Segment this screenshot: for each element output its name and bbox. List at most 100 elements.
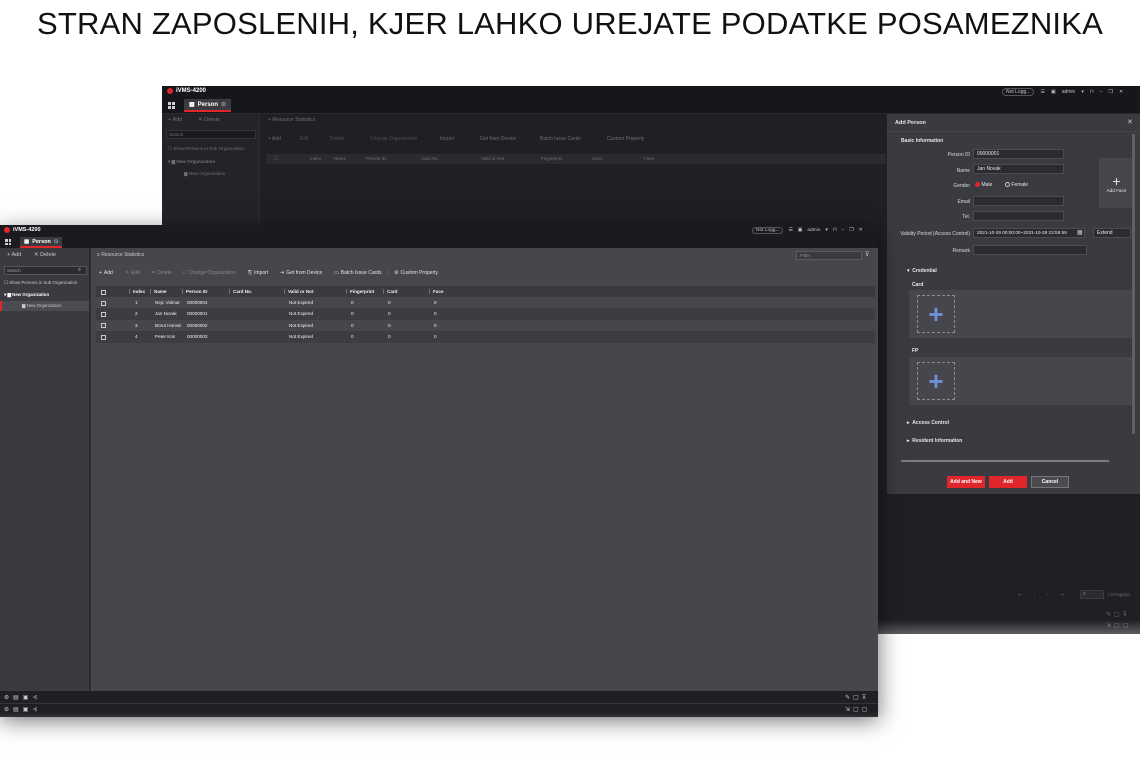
col-card-no[interactable]: Card No. — [233, 286, 252, 297]
col-face[interactable]: Face — [433, 286, 443, 297]
org-tree-root[interactable]: ▾ ▆ New Organization — [4, 292, 49, 298]
restore-icon[interactable]: ❐ — [849, 228, 853, 233]
chevron-down-icon[interactable]: ▾ — [825, 228, 827, 233]
table-row[interactable]: 1 Nejc Vidmar 00000004 Not Expired 0 0 0 — [96, 297, 875, 309]
row-checkbox[interactable] — [101, 334, 106, 340]
remark-field[interactable] — [973, 245, 1087, 255]
col-name[interactable]: Name — [154, 286, 167, 297]
search-input[interactable]: Search ⌕ — [4, 266, 87, 275]
add-face-button[interactable]: + Add Face — [1099, 158, 1134, 208]
back-bottom-icons[interactable]: ✎▢⊼ — [1106, 611, 1130, 618]
cancel-button[interactable]: Cancel — [1031, 476, 1069, 488]
row-checkbox[interactable] — [101, 311, 106, 317]
add-button[interactable]: Add — [989, 476, 1027, 488]
row-checkbox[interactable] — [101, 323, 106, 329]
row-checkbox[interactable] — [101, 300, 106, 306]
change-organization-button[interactable]: ⚇ Change Organization — [182, 270, 236, 276]
show-sub-org-checkbox[interactable]: ☐ Show Persons in Sub Organization — [4, 280, 77, 286]
dialog-scrollbar-v[interactable] — [1132, 134, 1135, 434]
add-fingerprint-button[interactable]: + — [917, 362, 955, 400]
back-header-checkbox[interactable]: ☐ — [274, 156, 278, 162]
select-all-checkbox[interactable] — [101, 289, 106, 295]
restore-icon[interactable]: ❐ — [1109, 89, 1113, 95]
person-id-field[interactable]: 00000001 — [973, 149, 1064, 159]
tab-person[interactable]: ▦ Person ⊙ — [184, 99, 232, 112]
gender-male-radio[interactable]: Male — [975, 182, 992, 188]
table-row[interactable]: 4 Peter Kos 00000003 Not Expired 0 0 0 — [96, 331, 875, 343]
validity-field[interactable]: 2021-10-29 00:00:00~2031-10-28 23:59:59 — [973, 228, 1085, 238]
tab-close-icon[interactable]: ⊙ — [221, 101, 226, 108]
custom-property-button[interactable]: ⚙ Custom Property — [394, 270, 438, 276]
user-menu[interactable]: admin — [807, 228, 820, 233]
close-icon[interactable]: ✕ — [1127, 118, 1133, 126]
module-grid-icon[interactable] — [168, 102, 175, 109]
back-action-import[interactable]: Import — [440, 136, 454, 142]
close-icon[interactable]: ✕ — [859, 228, 863, 233]
tel-field[interactable] — [973, 211, 1064, 221]
get-from-device-button[interactable]: ⇥ Get from Device — [280, 270, 322, 276]
search-icon[interactable]: ⌕ — [78, 267, 81, 274]
filter-input[interactable]: Filter — [796, 251, 862, 260]
filter-icon[interactable]: ⊽ — [865, 251, 869, 258]
table-row[interactable]: 2 Jan Novak 00000001 Not Expired 0 0 0 — [96, 308, 875, 320]
back-action-edit[interactable]: Edit — [300, 136, 309, 142]
access-control-toggle[interactable]: ▸ Access Control — [907, 420, 949, 426]
back-action-get-from-device[interactable]: Get from Device — [480, 136, 516, 142]
back-action-add[interactable]: + Add — [268, 136, 281, 142]
tab-close-icon[interactable]: ⊙ — [54, 239, 59, 245]
list-icon[interactable]: ☰ — [788, 228, 792, 233]
image-icon[interactable]: ▣ — [798, 228, 803, 233]
image-icon[interactable]: ▣ — [1051, 89, 1056, 95]
add-button[interactable]: + Add — [99, 270, 113, 276]
list-icon[interactable]: ☰ — [1040, 89, 1044, 95]
resident-info-toggle[interactable]: ▸ Resident Information — [907, 438, 962, 444]
org-tree-child[interactable]: ▆ New Organization — [184, 171, 225, 177]
import-button[interactable]: ⎘ Import — [248, 270, 268, 276]
minimize-icon[interactable]: – — [1100, 89, 1103, 95]
lock-icon[interactable]: ⊓ — [833, 228, 837, 233]
credential-toggle[interactable]: ▾ Credential — [907, 268, 937, 274]
name-field[interactable]: Jan Novak — [973, 164, 1064, 174]
show-sub-org-checkbox[interactable]: ☐ Show Persons in Sub Organization — [168, 146, 245, 152]
lock-icon[interactable]: ⊓ — [1090, 89, 1094, 95]
add-card-button[interactable]: + — [917, 295, 955, 333]
sidebar-delete-button[interactable]: ✕ Delete — [34, 252, 56, 258]
table-row[interactable]: 3 Borut Horvat 00000002 Not Expired 0 0 … — [96, 319, 875, 332]
org-tree-root[interactable]: ▾ ▆ New Organization — [168, 159, 215, 165]
gender-female-radio[interactable]: Female — [1005, 182, 1028, 188]
back-action-delete[interactable]: Delete — [330, 136, 344, 142]
resource-statistics-link[interactable]: + Resource Statistics — [268, 117, 315, 123]
back-action-batch-issue[interactable]: Batch Issue Cards — [540, 136, 581, 142]
tab-person[interactable]: ▦ Person ⊙ — [20, 237, 63, 248]
sidebar-add-button[interactable]: + Add — [168, 117, 182, 123]
status-icons-right[interactable]: ✎▢⊼ — [845, 694, 869, 701]
back-page-input[interactable]: 0 — [1080, 590, 1104, 599]
user-menu[interactable]: admin — [1062, 89, 1076, 95]
back-pagination-arrows[interactable]: ⇤ ‹ › ⇥ — [1018, 592, 1069, 598]
col-person-id[interactable]: Person ID — [186, 286, 207, 297]
add-and-new-button[interactable]: Add and New — [947, 476, 985, 488]
calendar-icon[interactable]: ▦ — [1077, 229, 1083, 236]
col-fingerprint[interactable]: Fingerprint — [350, 286, 374, 297]
minimize-icon[interactable]: – — [842, 228, 845, 233]
chevron-down-icon[interactable]: ▾ — [1081, 89, 1084, 95]
sidebar-delete-button[interactable]: ✕ Delete — [198, 117, 220, 123]
back-action-custom-property[interactable]: Custom Property — [607, 136, 645, 142]
col-index[interactable]: Index — [133, 286, 145, 297]
login-status[interactable]: Not Logg... — [1002, 88, 1035, 96]
batch-issue-cards-button[interactable]: ▭ Batch Issue Cards — [334, 270, 382, 276]
col-card[interactable]: Card — [387, 286, 397, 297]
edit-button[interactable]: ✎ Edit — [125, 270, 140, 276]
col-valid[interactable]: Valid or Not — [288, 286, 314, 297]
close-icon[interactable]: ✕ — [1119, 89, 1123, 95]
search-input[interactable]: Search — [166, 130, 256, 139]
login-status[interactable]: Not Logg... — [752, 227, 784, 234]
back-action-change-org[interactable]: Change Organization — [370, 136, 417, 142]
module-grid-icon[interactable] — [5, 239, 11, 245]
sidebar-add-button[interactable]: + Add — [7, 252, 21, 258]
extend-select[interactable]: Extend — [1093, 228, 1131, 238]
delete-button[interactable]: ✕ Delete — [151, 270, 172, 276]
org-tree-child[interactable]: ▆ New Organization — [0, 301, 89, 311]
email-field[interactable] — [973, 196, 1064, 206]
resource-statistics-link[interactable]: ≡ Resource Statistics — [97, 252, 144, 258]
